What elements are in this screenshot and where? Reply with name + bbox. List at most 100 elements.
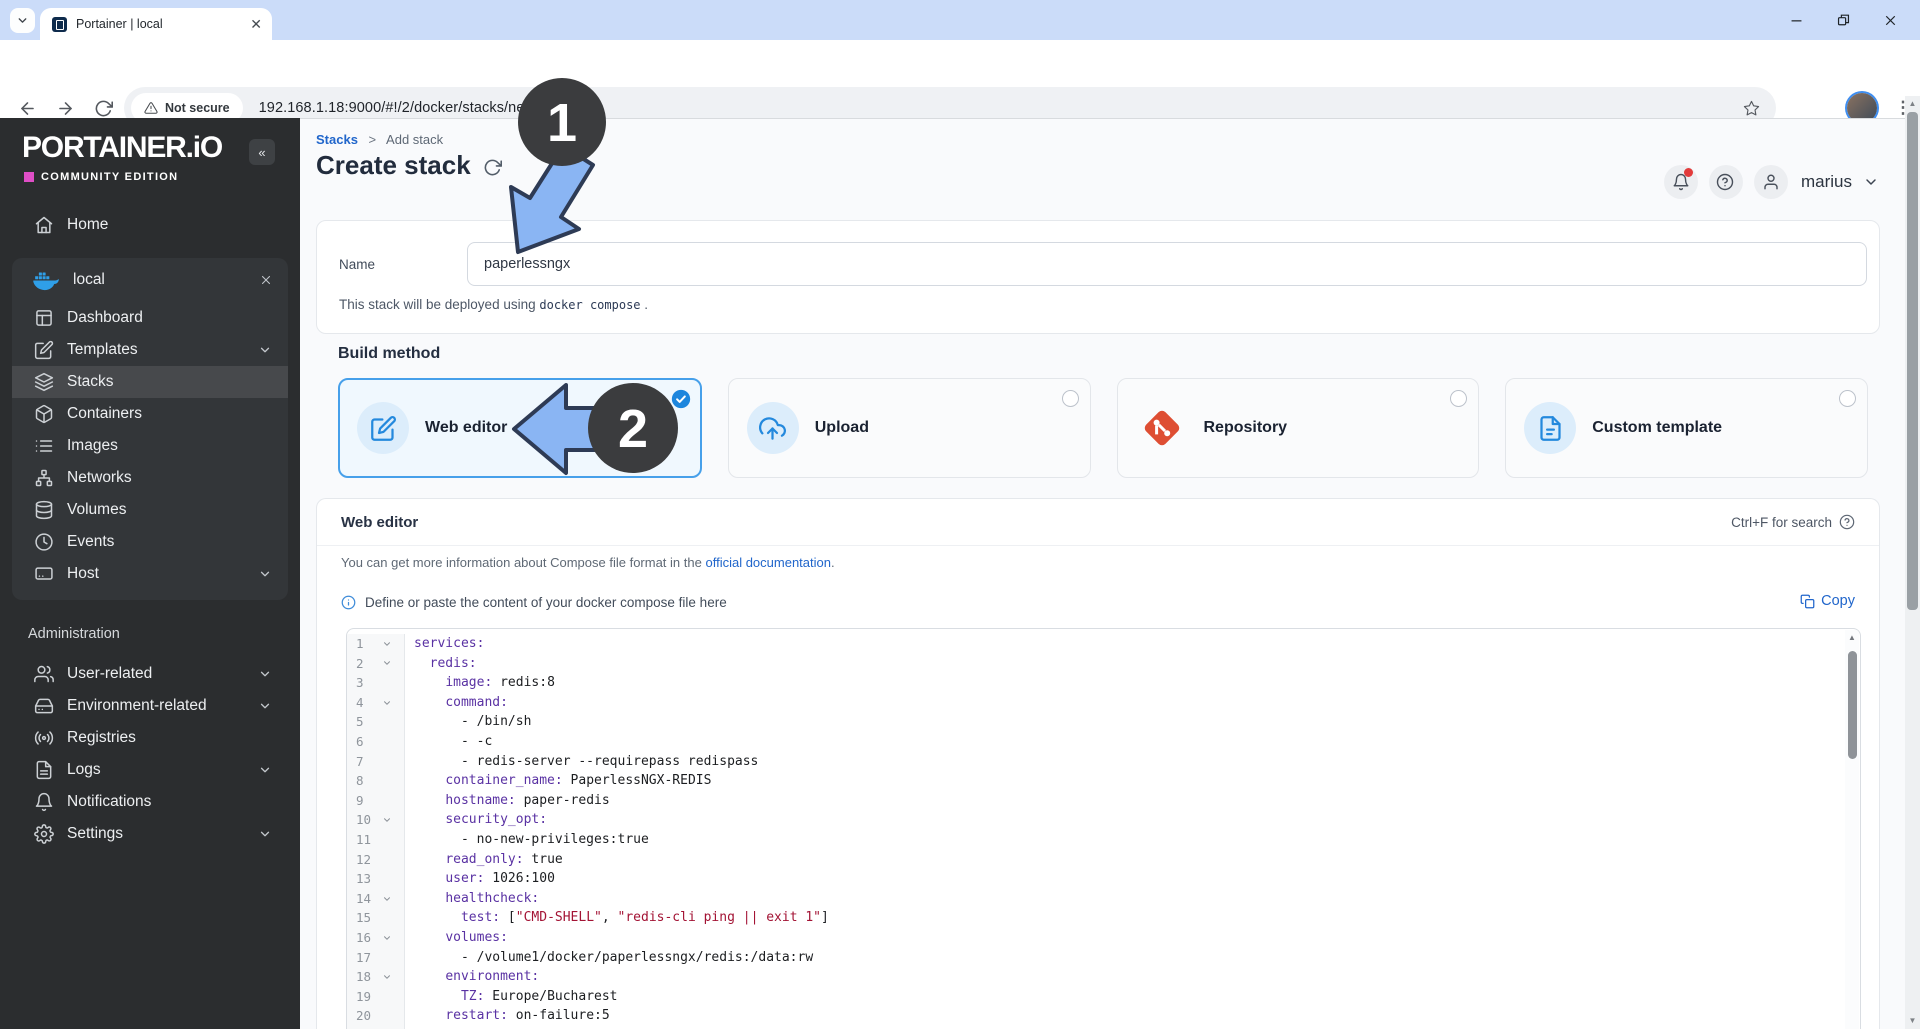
page-scrollbar-thumb[interactable] bbox=[1907, 112, 1918, 610]
sidebar-item-templates[interactable]: Templates bbox=[12, 334, 288, 366]
sidebar-item-containers[interactable]: Containers bbox=[12, 398, 288, 430]
method-radio-unchecked[interactable] bbox=[1450, 390, 1468, 407]
browser-tabbar: Portainer | local ✕ bbox=[0, 0, 1920, 40]
scroll-down-icon[interactable]: ▼ bbox=[1905, 1016, 1920, 1025]
tab-search-button[interactable] bbox=[10, 8, 35, 33]
portainer-logo[interactable]: PORTAINER.iO bbox=[22, 131, 223, 165]
bookmark-star-icon[interactable] bbox=[1743, 100, 1760, 117]
code-line: 20 restart: on-failure:5 bbox=[347, 1006, 1860, 1026]
user-chevron-down-icon[interactable] bbox=[1863, 174, 1879, 190]
code-text: command: bbox=[445, 694, 508, 710]
refresh-icon[interactable] bbox=[483, 158, 502, 177]
editor-scrollbar[interactable]: ▲ bbox=[1845, 630, 1859, 1029]
sidebar-item-environment-related[interactable]: Environment-related bbox=[12, 690, 288, 722]
sidebar-item-events[interactable]: Events bbox=[12, 526, 288, 558]
sidebar-item-label: Dashboard bbox=[67, 309, 143, 326]
compose-code-editor[interactable]: 1 services: 2 redis: 3 image: redis:8 4 comm… bbox=[346, 628, 1861, 1029]
environment-close-icon[interactable] bbox=[260, 274, 272, 286]
code-text: restart: on-failure:5 bbox=[445, 1008, 610, 1024]
breadcrumb-stacks-link[interactable]: Stacks bbox=[316, 132, 358, 147]
fold-toggle-icon[interactable] bbox=[377, 889, 397, 909]
sidebar-item-user-related[interactable]: User-related bbox=[12, 658, 288, 690]
fold-toggle-icon[interactable] bbox=[377, 654, 397, 674]
scroll-up-icon[interactable]: ▲ bbox=[1905, 99, 1920, 108]
portainer-favicon-icon bbox=[52, 16, 67, 32]
build-method-cards: Web editor Upload Repository Custom templat… bbox=[338, 378, 1868, 478]
browser-tab[interactable]: Portainer | local ✕ bbox=[40, 8, 272, 40]
browser-toolbar: Not secure 192.168.1.18:9000/#!/2/docker… bbox=[0, 40, 1920, 129]
line-gutter: 15 bbox=[347, 908, 405, 928]
fold-toggle-icon[interactable] bbox=[377, 634, 397, 654]
editor-scroll-up-icon[interactable]: ▲ bbox=[1845, 633, 1859, 642]
screen: Portainer | local ✕ Not secure 192.168.1… bbox=[0, 0, 1920, 1029]
sidebar-item-label: Host bbox=[67, 565, 99, 582]
help-circle-icon[interactable] bbox=[1839, 514, 1855, 530]
line-number: 2 bbox=[356, 655, 364, 671]
line-number: 15 bbox=[356, 910, 372, 926]
environment-section: local Dashboard Templates Stacks Containers… bbox=[12, 258, 288, 600]
sidebar-item-stacks[interactable]: Stacks bbox=[12, 366, 288, 398]
code-area: 1 services: 2 redis: 3 image: redis:8 4 comm… bbox=[347, 634, 1860, 1029]
sidebar-item-settings[interactable]: Settings bbox=[12, 818, 288, 850]
sidebar-item-networks[interactable]: Networks bbox=[12, 462, 288, 494]
web-editor-icon bbox=[357, 402, 409, 454]
sidebar-item-label: Settings bbox=[67, 825, 124, 842]
sidebar-item-label: Logs bbox=[67, 761, 101, 778]
code-line: 5 - /bin/sh bbox=[347, 712, 1860, 732]
page-scrollbar[interactable]: ▲ ▼ bbox=[1905, 96, 1920, 1029]
code-line: 8 container_name: PaperlessNGX-REDIS bbox=[347, 771, 1860, 791]
sidebar-item-volumes[interactable]: Volumes bbox=[12, 494, 288, 526]
copy-button[interactable]: Copy bbox=[1800, 593, 1855, 609]
method-radio-unchecked[interactable] bbox=[1839, 390, 1856, 407]
code-text: - /bin/sh bbox=[414, 714, 532, 730]
stack-name-input[interactable] bbox=[467, 242, 1867, 286]
code-text: image: redis:8 bbox=[445, 675, 555, 691]
window-restore-button[interactable] bbox=[1820, 0, 1867, 40]
code-line: 10 security_opt: bbox=[347, 810, 1860, 830]
method-radio-unchecked[interactable] bbox=[1061, 390, 1079, 407]
sidebar-item-notifications[interactable]: Notifications bbox=[12, 786, 288, 818]
fold-toggle-icon[interactable] bbox=[377, 693, 397, 713]
code-line: 16 volumes: bbox=[347, 927, 1860, 948]
tab-close-icon[interactable]: ✕ bbox=[250, 17, 262, 31]
url-text: 192.168.1.18:9000/#!/2/docker/stacks/new… bbox=[258, 100, 570, 116]
user-menu-avatar[interactable] bbox=[1753, 165, 1788, 199]
sidebar-item-registries[interactable]: Registries bbox=[12, 722, 288, 754]
code-text: security_opt: bbox=[445, 812, 548, 828]
editor-scrollbar-thumb[interactable] bbox=[1848, 651, 1857, 759]
build-method-repository[interactable]: Repository bbox=[1116, 378, 1480, 478]
fold-toggle-icon[interactable] bbox=[377, 967, 397, 987]
bell-icon bbox=[1672, 173, 1690, 191]
users-icon bbox=[34, 664, 54, 684]
sidebar-item-images[interactable]: Images bbox=[12, 430, 288, 462]
selected-check-icon bbox=[671, 389, 691, 409]
fold-toggle-icon[interactable] bbox=[377, 928, 397, 948]
code-line: 13 user: 1026:100 bbox=[347, 869, 1860, 889]
username[interactable]: marius bbox=[1801, 172, 1852, 192]
sidebar-item-dashboard[interactable]: Dashboard bbox=[12, 302, 288, 334]
sidebar-item-logs[interactable]: Logs bbox=[12, 754, 288, 786]
sidebar-item-host[interactable]: Host bbox=[12, 558, 288, 590]
build-method-web-editor[interactable]: Web editor bbox=[338, 378, 702, 478]
registries-icon bbox=[34, 728, 54, 748]
build-method-upload[interactable]: Upload bbox=[727, 378, 1091, 478]
window-minimize-button[interactable] bbox=[1773, 0, 1820, 40]
environment-header[interactable]: local bbox=[12, 258, 288, 302]
warning-icon bbox=[144, 101, 158, 115]
help-button[interactable] bbox=[1708, 165, 1743, 199]
sidebar-collapse-button[interactable]: « bbox=[249, 139, 275, 165]
sidebar-item-home[interactable]: Home bbox=[12, 208, 288, 242]
fold-toggle-icon[interactable] bbox=[377, 810, 397, 830]
edition-label: COMMUNITY EDITION bbox=[41, 171, 179, 183]
build-method-custom-template[interactable]: Custom template bbox=[1505, 378, 1868, 478]
administration-label: Administration bbox=[28, 626, 120, 642]
notifications-bell-button[interactable] bbox=[1663, 165, 1698, 199]
line-number: 6 bbox=[356, 733, 364, 749]
web-editor-widget: Web editor Ctrl+F for search You can get… bbox=[316, 498, 1880, 1029]
sidebar: PORTAINER.iO COMMUNITY EDITION « Home lo… bbox=[0, 118, 300, 1029]
window-close-button[interactable] bbox=[1867, 0, 1914, 40]
official-documentation-link[interactable]: official documentation bbox=[705, 555, 831, 570]
line-number: 19 bbox=[356, 988, 372, 1004]
